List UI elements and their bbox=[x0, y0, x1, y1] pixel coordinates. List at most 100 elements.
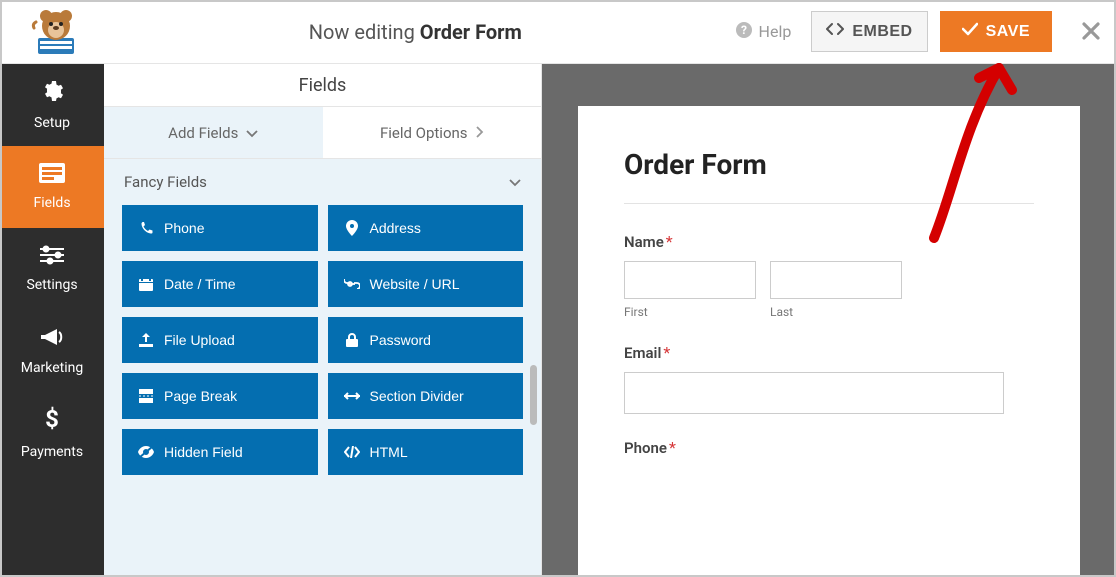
megaphone-icon bbox=[39, 326, 65, 354]
section-header-fancy[interactable]: Fancy Fields bbox=[104, 159, 541, 205]
tab-label: Field Options bbox=[380, 124, 468, 142]
field-label: Address bbox=[370, 220, 421, 236]
field-label: Password bbox=[370, 332, 431, 348]
name-label: Name bbox=[624, 233, 664, 251]
dollar-icon: $ bbox=[44, 406, 60, 438]
field-website[interactable]: Website / URL bbox=[328, 261, 524, 307]
check-icon bbox=[962, 22, 978, 41]
sidebar-item-setup[interactable]: Setup bbox=[0, 64, 104, 146]
close-icon bbox=[1082, 22, 1100, 40]
name-row: First Last bbox=[624, 261, 1034, 319]
field-upload[interactable]: File Upload bbox=[122, 317, 318, 363]
help-link[interactable]: ? Help bbox=[735, 21, 792, 43]
editing-prefix: Now editing bbox=[309, 20, 420, 44]
embed-button[interactable]: EMBED bbox=[811, 11, 927, 52]
tab-label: Add Fields bbox=[168, 124, 238, 142]
tab-add-fields[interactable]: Add Fields bbox=[104, 107, 323, 158]
lock-icon bbox=[344, 333, 360, 347]
phone-icon bbox=[138, 221, 154, 235]
field-phone[interactable]: Phone bbox=[122, 205, 318, 251]
form-field-name: Name* First Last bbox=[624, 232, 1034, 319]
top-header: Now editing Order Form ? Help EMBED SAVE bbox=[0, 0, 1116, 64]
save-label: SAVE bbox=[986, 23, 1030, 41]
chevron-down-icon bbox=[246, 124, 258, 142]
chevron-right-icon bbox=[476, 124, 484, 142]
required-marker: * bbox=[663, 343, 670, 362]
left-sidebar: Setup Fields Settings Marketing $ Paymen… bbox=[0, 64, 104, 577]
name-last-col: Last bbox=[770, 261, 902, 319]
header-actions: ? Help EMBED SAVE bbox=[735, 11, 1100, 52]
form-field-phone: Phone* bbox=[624, 438, 1034, 457]
email-label: Email bbox=[624, 344, 661, 362]
code-icon bbox=[826, 22, 844, 41]
link-icon bbox=[344, 279, 360, 289]
email-input[interactable] bbox=[624, 372, 1004, 414]
field-label: Phone bbox=[164, 220, 204, 236]
field-label: Hidden Field bbox=[164, 444, 243, 460]
name-first-col: First bbox=[624, 261, 756, 319]
field-pagebreak[interactable]: Page Break bbox=[122, 373, 318, 419]
fields-panel: Fields Add Fields Field Options Fancy Fi… bbox=[104, 64, 542, 577]
app-logo bbox=[16, 0, 96, 64]
first-name-input[interactable] bbox=[624, 261, 756, 299]
svg-text:$: $ bbox=[45, 406, 59, 432]
sidebar-label: Payments bbox=[21, 444, 83, 460]
editing-title: Now editing Order Form bbox=[96, 20, 735, 44]
sidebar-label: Settings bbox=[26, 277, 77, 293]
help-label: Help bbox=[759, 22, 792, 41]
editing-form-name: Order Form bbox=[420, 20, 522, 44]
field-password[interactable]: Password bbox=[328, 317, 524, 363]
upload-icon bbox=[138, 333, 154, 347]
sidebar-item-marketing[interactable]: Marketing bbox=[0, 310, 104, 392]
section-title: Fancy Fields bbox=[124, 173, 207, 191]
field-label: Date / Time bbox=[164, 276, 236, 292]
sidebar-label: Setup bbox=[34, 115, 70, 131]
form-field-email: Email* bbox=[624, 343, 1034, 414]
phone-label: Phone bbox=[624, 439, 667, 457]
panel-header: Fields bbox=[104, 64, 541, 107]
close-button[interactable] bbox=[1082, 17, 1100, 47]
field-hidden[interactable]: Hidden Field bbox=[122, 429, 318, 475]
pagebreak-icon bbox=[138, 389, 154, 403]
panel-tabs: Add Fields Field Options bbox=[104, 107, 541, 159]
preview-canvas: Order Form Name* First Last Email* bbox=[578, 106, 1080, 577]
field-divider[interactable]: Section Divider bbox=[328, 373, 524, 419]
preview-panel: Order Form Name* First Last Email* bbox=[542, 64, 1116, 577]
last-name-input[interactable] bbox=[770, 261, 902, 299]
code-icon bbox=[344, 446, 360, 458]
required-marker: * bbox=[669, 438, 676, 457]
sidebar-label: Fields bbox=[33, 195, 70, 211]
sidebar-label: Marketing bbox=[21, 360, 84, 376]
sidebar-item-fields[interactable]: Fields bbox=[0, 146, 104, 228]
field-grid: Phone Address Date / Time Website / URL … bbox=[104, 205, 541, 493]
save-button[interactable]: SAVE bbox=[940, 11, 1052, 52]
help-icon: ? bbox=[735, 21, 753, 43]
embed-label: EMBED bbox=[852, 23, 912, 41]
pin-icon bbox=[344, 220, 360, 236]
required-marker: * bbox=[666, 232, 673, 251]
field-address[interactable]: Address bbox=[328, 205, 524, 251]
field-label: Page Break bbox=[164, 388, 237, 404]
chevron-down-icon bbox=[509, 173, 521, 191]
field-label: Section Divider bbox=[370, 388, 464, 404]
scrollbar-thumb[interactable] bbox=[530, 365, 537, 425]
field-label: Website / URL bbox=[370, 276, 460, 292]
divider-icon bbox=[344, 391, 360, 401]
field-html[interactable]: HTML bbox=[328, 429, 524, 475]
sidebar-item-payments[interactable]: $ Payments bbox=[0, 392, 104, 474]
field-label: File Upload bbox=[164, 332, 235, 348]
field-section: Fancy Fields Phone Address Date / Time W… bbox=[104, 159, 541, 577]
form-icon bbox=[39, 163, 65, 189]
sidebar-item-settings[interactable]: Settings bbox=[0, 228, 104, 310]
calendar-icon bbox=[138, 277, 154, 291]
eye-off-icon bbox=[138, 446, 154, 458]
field-label: HTML bbox=[370, 444, 408, 460]
main-area: Setup Fields Settings Marketing $ Paymen… bbox=[0, 64, 1116, 577]
tab-field-options[interactable]: Field Options bbox=[323, 107, 542, 158]
field-datetime[interactable]: Date / Time bbox=[122, 261, 318, 307]
first-sublabel: First bbox=[624, 305, 756, 319]
gear-icon bbox=[40, 79, 64, 109]
last-sublabel: Last bbox=[770, 305, 902, 319]
svg-text:?: ? bbox=[741, 23, 747, 37]
sliders-icon bbox=[40, 245, 64, 271]
